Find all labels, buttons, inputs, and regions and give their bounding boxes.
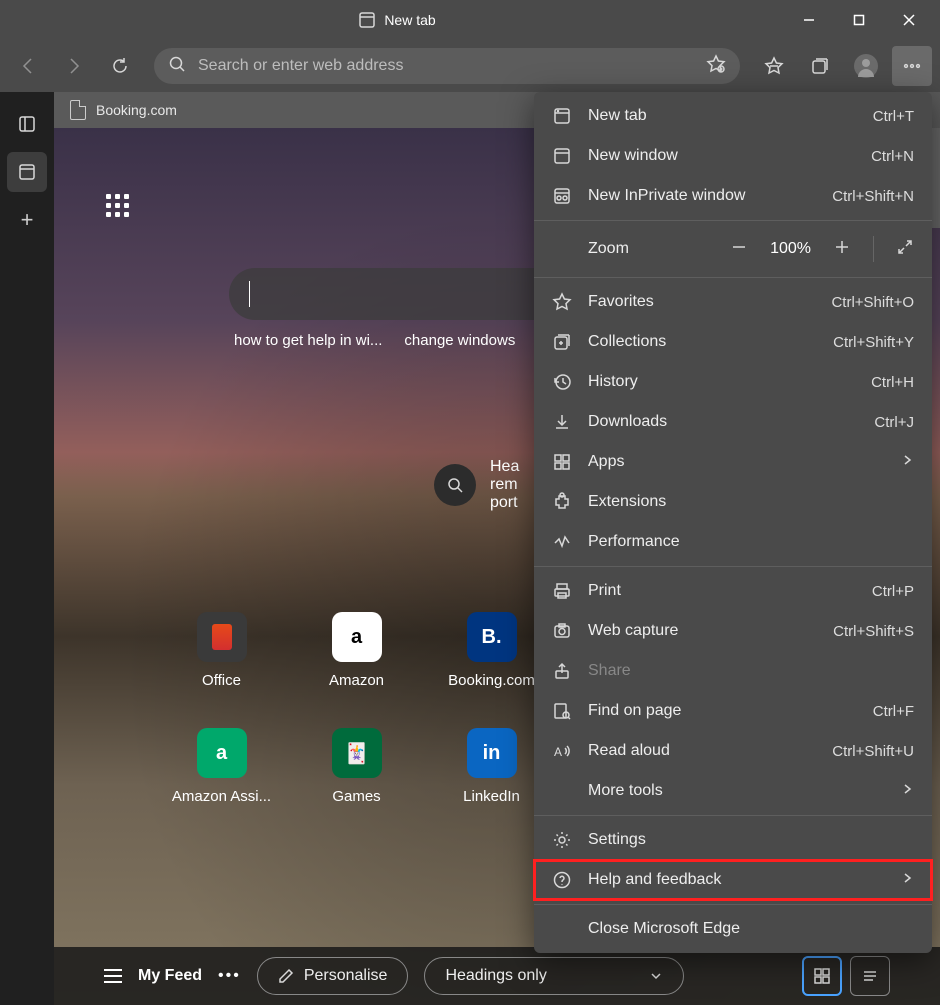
personalise-button[interactable]: Personalise: [257, 957, 409, 995]
chevron-right-icon: [900, 782, 914, 801]
grid-view-button[interactable]: [802, 956, 842, 996]
menu-item-new-window[interactable]: New window Ctrl+N: [534, 136, 932, 176]
title-bar: New tab: [0, 0, 940, 40]
capture-icon: [552, 621, 572, 641]
address-bar[interactable]: Search or enter web address: [154, 48, 740, 84]
menu-item-extensions[interactable]: Extensions: [534, 482, 932, 522]
app-launcher-icon[interactable]: [106, 194, 129, 217]
layout-dropdown[interactable]: Headings only: [424, 957, 684, 995]
quick-link[interactable]: Office: [154, 612, 289, 728]
menu-item-print[interactable]: Print Ctrl+P: [534, 571, 932, 611]
collections-button[interactable]: [800, 46, 840, 86]
newtab-icon: [552, 106, 572, 126]
new-tab-button[interactable]: +: [7, 200, 47, 240]
menu-item-downloads[interactable]: Downloads Ctrl+J: [534, 402, 932, 442]
quick-link[interactable]: 🃏Games: [289, 728, 424, 844]
menu-item-apps[interactable]: Apps: [534, 442, 932, 482]
back-button[interactable]: [8, 46, 48, 86]
print-icon: [552, 581, 572, 601]
search-icon: [168, 55, 186, 78]
maximize-button[interactable]: [836, 4, 882, 36]
menu-item-performance[interactable]: Performance: [534, 522, 932, 562]
menu-item-history[interactable]: History Ctrl+H: [534, 362, 932, 402]
svg-text:A: A: [554, 745, 562, 759]
menu-item-find-on-page[interactable]: Find on page Ctrl+F: [534, 691, 932, 731]
zoom-value: 100%: [770, 240, 811, 258]
inprivate-icon: [552, 186, 572, 206]
collections-icon: [552, 332, 572, 352]
menu-item-share: Share: [534, 651, 932, 691]
window-title: New tab: [384, 12, 435, 28]
ext-icon: [552, 492, 572, 512]
zoom-out-button[interactable]: [730, 238, 748, 261]
blank-icon: [552, 781, 572, 801]
newwin-icon: [552, 146, 572, 166]
favorites-button[interactable]: [754, 46, 794, 86]
headlines-text: Hea rem port: [490, 458, 519, 512]
help-icon: [552, 870, 572, 890]
add-favorite-icon[interactable]: [706, 54, 726, 79]
read-icon: A: [552, 741, 572, 761]
menu-item-help-and-feedback[interactable]: Help and feedback: [534, 860, 932, 900]
download-icon: [552, 412, 572, 432]
share-icon: [552, 661, 572, 681]
search-icon: [434, 464, 476, 506]
menu-item-more-tools[interactable]: More tools: [534, 771, 932, 811]
menu-item-collections[interactable]: Collections Ctrl+Shift+Y: [534, 322, 932, 362]
feed-more-icon[interactable]: •••: [218, 967, 241, 985]
history-icon: [552, 372, 572, 392]
menu-item-favorites[interactable]: Favorites Ctrl+Shift+O: [534, 282, 932, 322]
apps-icon: [552, 452, 572, 472]
star-icon: [552, 292, 572, 312]
find-icon: [552, 701, 572, 721]
quick-link[interactable]: aAmazon Assi...: [154, 728, 289, 844]
settings-menu: New tab Ctrl+T New window Ctrl+N New InP…: [534, 92, 932, 953]
trending-item[interactable]: how to get help in wi...: [234, 332, 382, 349]
vertical-tabs-sidebar: +: [0, 92, 54, 1005]
address-placeholder: Search or enter web address: [198, 57, 403, 75]
feed-label: My Feed: [138, 967, 202, 985]
page-icon: [70, 100, 86, 120]
menu-item-settings[interactable]: Settings: [534, 820, 932, 860]
trending-item[interactable]: change windows: [404, 332, 515, 349]
tab-icon: [358, 11, 376, 29]
menu-item-new-inprivate-window[interactable]: New InPrivate window Ctrl+Shift+N: [534, 176, 932, 216]
zoom-row: Zoom 100%: [534, 225, 932, 273]
list-view-button[interactable]: [850, 956, 890, 996]
zoom-label: Zoom: [552, 240, 714, 258]
settings-icon: [552, 830, 572, 850]
zoom-in-button[interactable]: [833, 238, 851, 261]
perf-icon: [552, 532, 572, 552]
quick-link[interactable]: aAmazon: [289, 612, 424, 728]
menu-item-web-capture[interactable]: Web capture Ctrl+Shift+S: [534, 611, 932, 651]
feed-menu-icon[interactable]: [104, 969, 122, 983]
forward-button[interactable]: [54, 46, 94, 86]
toolbar: Search or enter web address: [0, 40, 940, 92]
menu-item-new-tab[interactable]: New tab Ctrl+T: [534, 96, 932, 136]
tab-label[interactable]: Booking.com: [96, 102, 177, 118]
menu-item-close-microsoft-edge[interactable]: Close Microsoft Edge: [534, 909, 932, 949]
profile-button[interactable]: [846, 46, 886, 86]
tab-actions-button[interactable]: [7, 104, 47, 144]
vertical-tab-current[interactable]: [7, 152, 47, 192]
feed-bar: My Feed ••• Personalise Headings only: [54, 947, 940, 1005]
fullscreen-button[interactable]: [896, 238, 914, 261]
blank-icon: [552, 919, 572, 939]
menu-item-read-aloud[interactable]: A Read aloud Ctrl+Shift+U: [534, 731, 932, 771]
close-button[interactable]: [886, 4, 932, 36]
chevron-right-icon: [900, 871, 914, 890]
refresh-button[interactable]: [100, 46, 140, 86]
more-button[interactable]: [892, 46, 932, 86]
trending-searches: how to get help in wi... change windows: [234, 332, 515, 349]
minimize-button[interactable]: [786, 4, 832, 36]
chevron-right-icon: [900, 453, 914, 472]
